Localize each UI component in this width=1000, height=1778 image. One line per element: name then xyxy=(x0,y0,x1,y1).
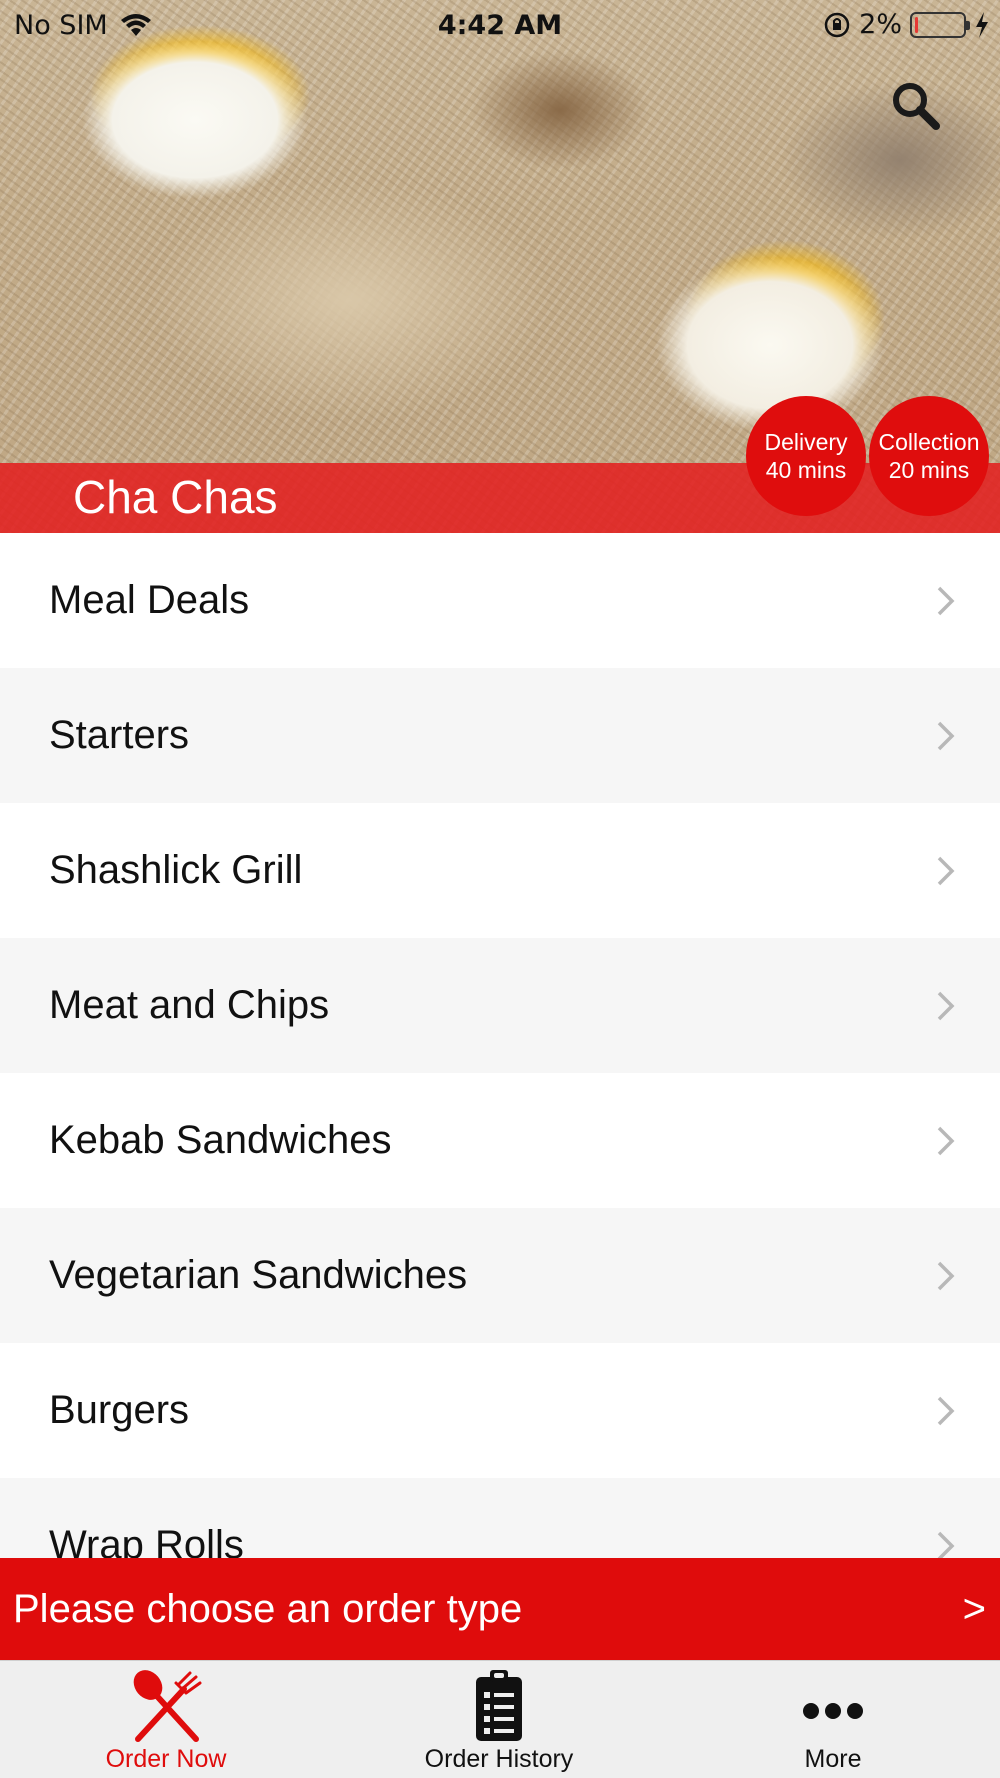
menu-item-meal-deals[interactable]: Meal Deals xyxy=(0,533,1000,668)
menu-item-label: Starters xyxy=(49,713,190,757)
menu-item-meat-and-chips[interactable]: Meat and Chips xyxy=(0,938,1000,1073)
menu-category-list[interactable]: Meal Deals Starters Shashlick Grill Meat… xyxy=(0,533,1000,1558)
menu-item-label: Wrap Rolls xyxy=(49,1523,244,1558)
bottom-tab-bar: Order Now Order History More xyxy=(0,1660,1000,1778)
clipboard-list-icon xyxy=(476,1670,522,1741)
collection-badge-title: Collection xyxy=(878,429,980,455)
menu-item-vegetarian-sandwiches[interactable]: Vegetarian Sandwiches xyxy=(0,1208,1000,1343)
menu-item-shashlick-grill[interactable]: Shashlick Grill xyxy=(0,803,1000,938)
menu-item-kebab-sandwiches[interactable]: Kebab Sandwiches xyxy=(0,1073,1000,1208)
collection-time-badge[interactable]: Collection 20 mins xyxy=(869,396,989,516)
chevron-right-icon xyxy=(937,586,955,615)
tab-order-now[interactable]: Order Now xyxy=(56,1661,276,1778)
order-type-prompt: Please choose an order type xyxy=(13,1586,523,1631)
chevron-right-icon xyxy=(937,1531,955,1558)
delivery-time-badge[interactable]: Delivery 40 mins xyxy=(746,396,866,516)
delivery-badge-time: 40 mins xyxy=(765,457,847,483)
tab-label: Order History xyxy=(424,1745,574,1773)
menu-item-label: Meat and Chips xyxy=(49,983,330,1027)
more-dots-icon xyxy=(803,1703,863,1719)
menu-item-label: Burgers xyxy=(49,1388,190,1432)
delivery-badge-title: Delivery xyxy=(764,429,848,455)
menu-item-label: Shashlick Grill xyxy=(49,848,303,892)
rotation-lock-icon xyxy=(824,12,850,37)
battery-icon xyxy=(910,11,970,38)
menu-item-wrap-rolls[interactable]: Wrap Rolls xyxy=(0,1478,1000,1558)
battery-percent: 2% xyxy=(859,9,902,40)
chevron-right-icon xyxy=(937,856,955,885)
charging-bolt-icon xyxy=(976,11,988,38)
fork-knife-icon xyxy=(133,1670,202,1742)
restaurant-name: Cha Chas xyxy=(73,471,278,523)
menu-item-burgers[interactable]: Burgers xyxy=(0,1343,1000,1478)
order-type-arrow: > xyxy=(962,1586,986,1631)
menu-item-label: Vegetarian Sandwiches xyxy=(49,1253,468,1297)
chevron-right-icon xyxy=(937,1261,955,1290)
status-bar: No SIM 4:42 AM 2% xyxy=(0,0,1000,50)
choose-order-type-button[interactable]: Please choose an order type > xyxy=(0,1558,1000,1660)
search-icon[interactable] xyxy=(888,78,944,134)
tab-more[interactable]: More xyxy=(723,1661,943,1778)
tab-order-history[interactable]: Order History xyxy=(389,1661,609,1778)
chevron-right-icon xyxy=(937,991,955,1020)
chevron-right-icon xyxy=(937,1396,955,1425)
tab-label: More xyxy=(804,1745,862,1773)
tab-label: Order Now xyxy=(105,1745,227,1773)
menu-item-starters[interactable]: Starters xyxy=(0,668,1000,803)
menu-item-label: Kebab Sandwiches xyxy=(49,1118,392,1162)
collection-badge-time: 20 mins xyxy=(888,457,970,483)
chevron-right-icon xyxy=(937,721,955,750)
chevron-right-icon xyxy=(937,1126,955,1155)
status-right: 2% xyxy=(823,9,990,40)
menu-item-label: Meal Deals xyxy=(49,578,250,622)
